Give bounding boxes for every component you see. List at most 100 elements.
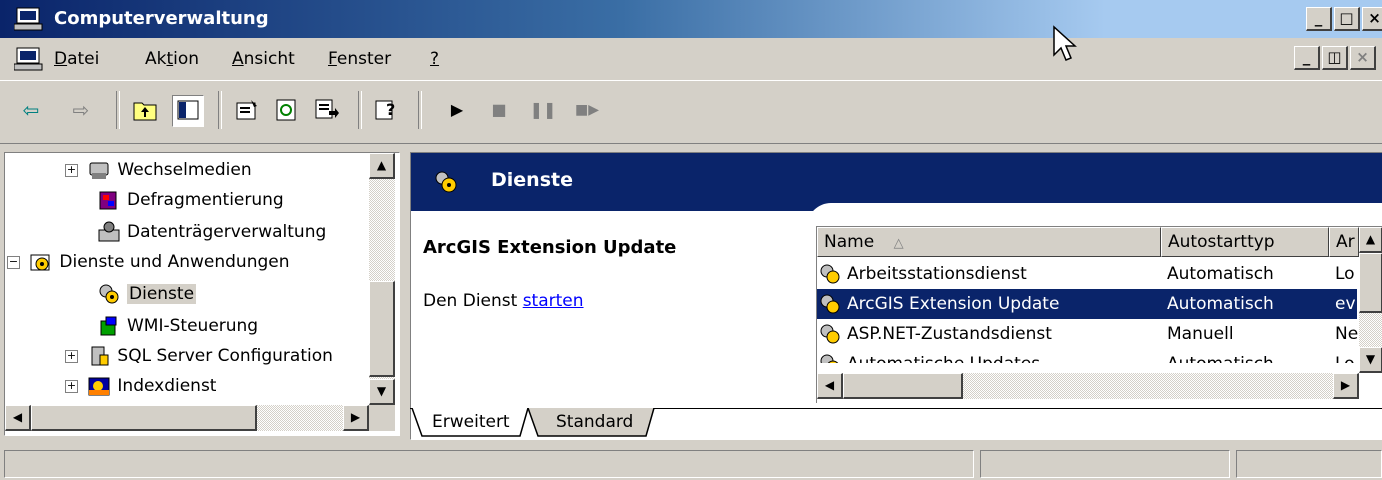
- status-pane-main: [4, 450, 974, 478]
- restart-service-icon[interactable]: ■▶: [572, 95, 602, 125]
- help-icon[interactable]: ?: [372, 95, 402, 125]
- child-restore-button[interactable]: ◫: [1322, 46, 1348, 70]
- scroll-up-icon[interactable]: ▲: [1359, 227, 1382, 253]
- table-row[interactable]: Arbeitsstationsdienst Automatisch Lo: [817, 259, 1357, 289]
- removable-media-icon: [87, 159, 111, 181]
- child-minimize-button[interactable]: _: [1294, 46, 1320, 70]
- toolbar-separator: [358, 91, 362, 129]
- service-account: Lo: [1335, 349, 1355, 363]
- toolbar-separator: [218, 91, 222, 129]
- defrag-icon: [97, 189, 121, 211]
- expand-icon[interactable]: +: [65, 379, 78, 393]
- wmi-icon: [97, 315, 121, 337]
- tree-vertical-scrollbar[interactable]: ▲ ▼: [369, 153, 395, 405]
- list-horizontal-scrollbar[interactable]: ◀ ▶: [817, 373, 1359, 399]
- column-header-startup[interactable]: Autostarttyp: [1161, 227, 1329, 257]
- tree-item-sql-server-configuration[interactable]: + SQL Server Configuration: [65, 341, 333, 371]
- toolbar: ⇦ ⇨ ? ▶ ■ ❚❚ ■▶: [0, 80, 1382, 144]
- table-row[interactable]: Automatische Updates Automatisch Lo: [817, 349, 1357, 363]
- tree-item-indexdienst[interactable]: + Indexdienst: [65, 371, 216, 401]
- scroll-thumb[interactable]: [1359, 253, 1382, 313]
- expand-icon[interactable]: +: [65, 163, 78, 177]
- toolbar-separator: [418, 91, 422, 129]
- scroll-left-icon[interactable]: ◀: [5, 405, 31, 431]
- service-startup: Automatisch: [1167, 349, 1274, 363]
- column-header-account[interactable]: Ar: [1329, 227, 1359, 257]
- services-gear-icon: [97, 283, 121, 305]
- scroll-down-icon[interactable]: ▼: [1359, 347, 1382, 373]
- forward-arrow-icon[interactable]: ⇨: [66, 95, 96, 125]
- sql-server-icon: [87, 345, 111, 367]
- service-account: Lo: [1335, 264, 1355, 284]
- menu-bar: Datei Aktion Ansicht Fenster ? _ ◫ ×: [0, 40, 1382, 78]
- scroll-right-icon[interactable]: ▶: [343, 405, 369, 431]
- tree-item-datentraegerverwaltung[interactable]: Datenträgerverwaltung: [97, 217, 326, 247]
- system-menu-icon[interactable]: [13, 47, 44, 71]
- scroll-left-icon[interactable]: ◀: [817, 373, 843, 399]
- service-name: Arbeitsstationsdienst: [847, 264, 1027, 284]
- window-title: Computerverwaltung: [54, 8, 269, 29]
- menu-help[interactable]: ?: [430, 49, 439, 69]
- tree-label: SQL Server Configuration: [117, 346, 333, 366]
- stop-service-icon[interactable]: ■: [484, 95, 514, 125]
- tree-item-dienste-und-anwendungen[interactable]: − Dienste und Anwendungen: [7, 247, 290, 277]
- up-folder-icon[interactable]: [130, 95, 160, 125]
- tab-standard[interactable]: Standard: [556, 412, 633, 432]
- tree-label: Defragmentierung: [127, 190, 284, 210]
- tree-label: Indexdienst: [117, 376, 217, 396]
- back-arrow-icon[interactable]: ⇦: [16, 95, 46, 125]
- scroll-thumb[interactable]: [31, 405, 257, 431]
- menu-ansicht[interactable]: Ansicht: [232, 49, 295, 69]
- close-button[interactable]: ×: [1362, 7, 1382, 31]
- tree-item-defragmentierung[interactable]: Defragmentierung: [97, 185, 284, 215]
- window-title-bar[interactable]: Computerverwaltung _ □ ×: [0, 0, 1382, 61]
- pane-title: Dienste: [491, 169, 573, 191]
- scroll-corner: [369, 405, 395, 431]
- tree-item-dienste[interactable]: Dienste: [97, 279, 197, 309]
- tree-label: WMI-Steuerung: [127, 316, 259, 336]
- child-close-button[interactable]: ×: [1350, 46, 1376, 70]
- scroll-thumb[interactable]: [369, 281, 395, 377]
- table-row[interactable]: ASP.NET-Zustandsdienst Manuell Ne: [817, 319, 1359, 349]
- expand-icon[interactable]: +: [65, 349, 78, 363]
- sort-ascending-icon: △: [893, 236, 904, 251]
- scroll-right-icon[interactable]: ▶: [1333, 373, 1359, 399]
- status-pane-2: [980, 450, 1230, 478]
- services-list[interactable]: Name △ Autostarttyp Ar Arbeitsstationsdi…: [816, 226, 1382, 403]
- tree-label: Dienste und Anwendungen: [59, 252, 290, 272]
- tab-erweitert[interactable]: Erweitert: [432, 412, 510, 432]
- scroll-down-icon[interactable]: ▼: [369, 379, 395, 405]
- service-name: ASP.NET-Zustandsdienst: [847, 324, 1052, 344]
- tree-horizontal-scrollbar[interactable]: ◀ ▶: [5, 405, 369, 431]
- selected-service-name: ArcGIS Extension Update: [423, 237, 677, 258]
- pause-service-icon[interactable]: ❚❚: [528, 95, 558, 125]
- scroll-up-icon[interactable]: ▲: [369, 153, 395, 179]
- start-service-icon[interactable]: ▶: [442, 95, 472, 125]
- minimize-button[interactable]: _: [1306, 7, 1332, 31]
- computer-management-icon: [13, 7, 44, 31]
- console-tree[interactable]: + Wechselmedien Defragmentierung Datentr…: [4, 152, 400, 436]
- properties-icon[interactable]: [232, 95, 262, 125]
- service-gear-icon: [819, 289, 841, 319]
- scroll-thumb[interactable]: [843, 373, 963, 399]
- list-vertical-scrollbar[interactable]: ▲ ▼: [1359, 227, 1382, 373]
- menu-fenster[interactable]: Fenster: [328, 49, 391, 69]
- menu-datei[interactable]: Datei: [54, 49, 99, 69]
- service-account: ev: [1335, 294, 1356, 314]
- service-account: Ne: [1335, 324, 1359, 344]
- collapse-icon[interactable]: −: [7, 255, 20, 269]
- tree-item-wechselmedien[interactable]: + Wechselmedien: [65, 155, 252, 185]
- menu-aktion[interactable]: Aktion: [145, 49, 199, 69]
- disk-management-icon: [97, 221, 121, 243]
- export-list-icon[interactable]: [312, 95, 342, 125]
- column-header-name[interactable]: Name △: [817, 227, 1161, 257]
- tree-label: Wechselmedien: [117, 160, 252, 180]
- tree-label: Datenträgerverwaltung: [127, 222, 327, 242]
- start-service-link[interactable]: starten: [523, 291, 584, 311]
- tree-item-wmi-steuerung[interactable]: WMI-Steuerung: [97, 311, 258, 341]
- maximize-button[interactable]: □: [1334, 7, 1360, 31]
- refresh-icon[interactable]: [272, 95, 302, 125]
- show-console-tree-icon[interactable]: [172, 95, 204, 127]
- service-startup: Automatisch: [1167, 294, 1274, 314]
- table-row-selected[interactable]: ArcGIS Extension Update Automatisch ev: [817, 289, 1357, 319]
